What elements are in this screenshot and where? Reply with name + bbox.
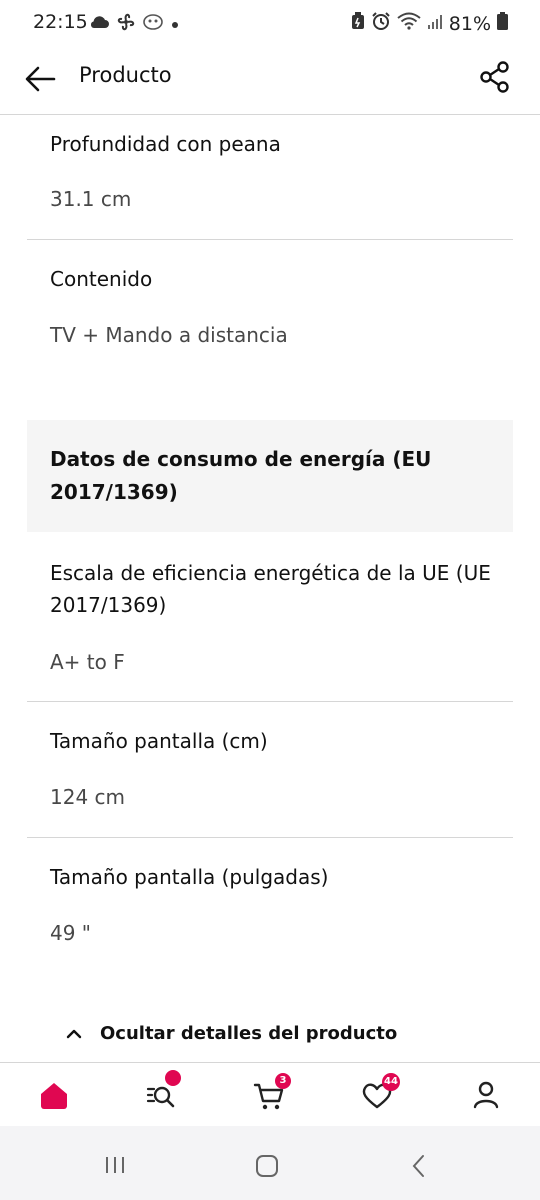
nav-search[interactable]	[142, 1070, 182, 1115]
nav-wishlist[interactable]: 44	[357, 1073, 400, 1115]
battery-percent: 81%	[448, 12, 491, 35]
chevron-up-icon	[66, 1029, 82, 1038]
product-details: Profundidad con peana 31.1 cm Contenido …	[0, 115, 540, 1062]
spec-label: Tamaño pantalla (pulgadas)	[50, 865, 329, 889]
home-square-icon	[256, 1155, 278, 1177]
arrow-left-icon	[25, 66, 56, 92]
divider	[27, 239, 513, 240]
fan-icon	[116, 12, 136, 36]
spec-label: Escala de eficiencia energética de la UE…	[50, 561, 491, 617]
section-title: Datos de consumo de energía (EU 2017/136…	[50, 447, 432, 504]
back-button[interactable]	[22, 61, 58, 97]
status-time: 22:15	[33, 11, 88, 33]
bottom-nav: 3 44	[0, 1062, 540, 1127]
energy-section-header: Datos de consumo de energía (EU 2017/136…	[27, 420, 513, 532]
page-title: Producto	[79, 63, 172, 87]
hide-details-label: Ocultar detalles del producto	[100, 1023, 398, 1044]
spec-label: Tamaño pantalla (cm)	[50, 729, 268, 753]
home-icon	[41, 1083, 67, 1109]
mask-icon	[142, 13, 164, 35]
back-system-button[interactable]	[406, 1153, 432, 1183]
search-badge	[165, 1070, 181, 1086]
recent-apps-icon	[106, 1157, 124, 1173]
app-header: Producto	[0, 46, 540, 115]
alarm-icon	[371, 11, 391, 36]
spec-label: Profundidad con peana	[50, 132, 281, 156]
status-bar: 22:15 81%	[0, 0, 540, 46]
dot-icon	[170, 15, 180, 34]
spec-value: 124 cm	[50, 785, 126, 809]
signal-icon	[427, 13, 443, 35]
battery-saver-icon	[351, 12, 365, 35]
divider	[27, 701, 513, 702]
home-system-button[interactable]	[254, 1153, 280, 1183]
cloud-icon	[88, 14, 110, 34]
spec-label: Contenido	[50, 267, 153, 291]
nav-profile[interactable]	[466, 1075, 506, 1115]
share-button[interactable]	[478, 60, 512, 94]
share-icon	[480, 61, 509, 93]
nav-cart[interactable]: 3	[249, 1073, 291, 1115]
wifi-icon	[397, 12, 421, 35]
hide-details-button[interactable]: Ocultar detalles del producto	[64, 1023, 397, 1044]
cart-badge: 3	[275, 1073, 291, 1089]
back-chevron-icon	[412, 1155, 424, 1177]
spec-value: TV + Mando a distancia	[50, 323, 288, 347]
system-navigation-bar	[0, 1126, 540, 1200]
person-icon	[473, 1081, 499, 1109]
wishlist-badge: 44	[382, 1073, 400, 1091]
battery-icon	[497, 12, 508, 35]
nav-home[interactable]	[34, 1075, 74, 1115]
spec-value: A+ to F	[50, 650, 125, 674]
spec-value: 31.1 cm	[50, 187, 132, 211]
recent-apps-button[interactable]	[100, 1153, 130, 1181]
divider	[27, 837, 513, 838]
spec-value: 49 "	[50, 921, 92, 945]
